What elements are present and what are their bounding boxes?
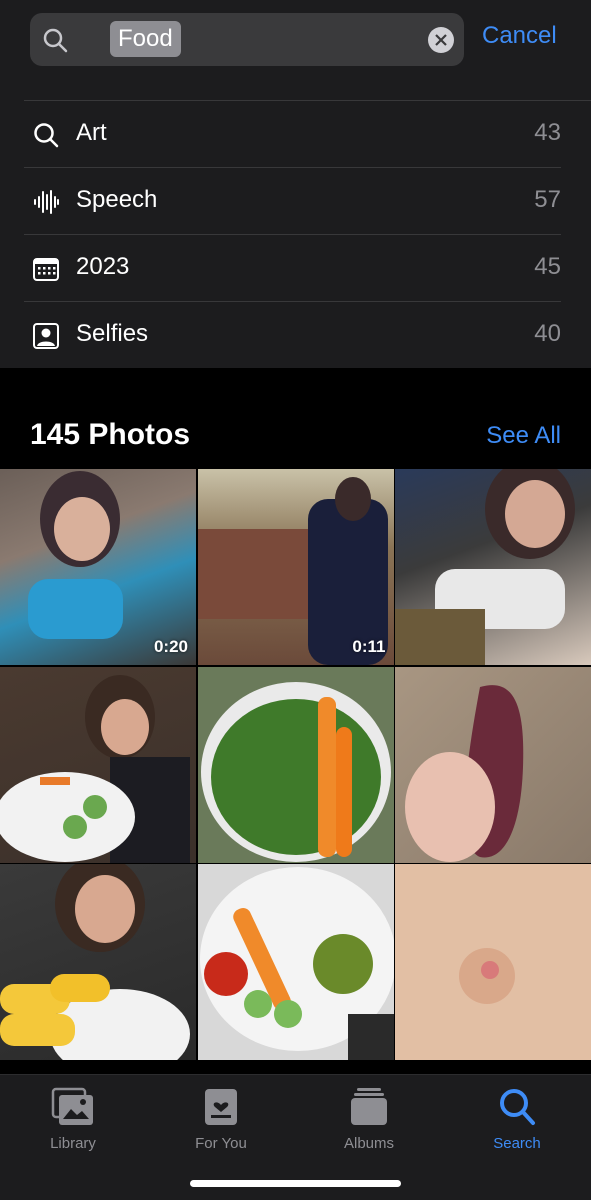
suggestion-item-speech[interactable]: Speech 57 (24, 167, 561, 233)
suggestion-count: 40 (534, 320, 561, 347)
search-header: Food Cancel (0, 0, 591, 80)
suggestion-label: Art (76, 119, 107, 146)
calendar-icon (33, 258, 59, 281)
suggestion-count: 45 (534, 253, 561, 280)
search-icon (43, 28, 68, 53)
photos-section-header: 145 Photos See All (0, 368, 591, 468)
photo-image (28, 471, 123, 639)
tab-for-you[interactable]: For You (161, 1087, 281, 1152)
photo-thumbnail[interactable] (395, 864, 591, 1060)
clear-icon[interactable] (428, 27, 454, 53)
search-token[interactable]: Food (110, 21, 181, 57)
tab-label: For You (195, 1135, 247, 1152)
suggestion-item-2023[interactable]: 2023 45 (24, 234, 561, 300)
photo-image (197, 477, 388, 665)
suggestion-label: Selfies (76, 320, 149, 347)
photo-image (0, 864, 190, 1060)
tab-label: Search (493, 1135, 541, 1152)
tab-library[interactable]: Library (13, 1087, 133, 1152)
for-you-icon (205, 1089, 237, 1125)
photo-image (459, 948, 515, 1004)
photo-image (0, 674, 190, 863)
waveform-icon (34, 190, 59, 214)
albums-icon (351, 1088, 387, 1125)
photo-thumbnail[interactable] (197, 666, 394, 863)
photo-image (395, 469, 575, 665)
cancel-button[interactable]: Cancel (482, 22, 557, 50)
photo-thumbnail[interactable] (0, 666, 196, 863)
suggestion-item-selfies[interactable]: Selfies 40 (24, 301, 561, 367)
photo-image (405, 684, 524, 862)
suggestion-count: 43 (534, 119, 561, 146)
see-all-button[interactable]: See All (486, 422, 561, 450)
photos-title: 145 Photos (30, 418, 191, 451)
photo-image (199, 867, 394, 1060)
photo-thumbnail[interactable] (0, 864, 196, 1060)
photo-thumbnail[interactable] (395, 666, 591, 863)
home-indicator[interactable] (190, 1180, 401, 1187)
tab-label: Albums (343, 1135, 395, 1152)
suggestion-item-art[interactable]: Art 43 (24, 100, 561, 166)
tab-search[interactable]: Search (457, 1087, 577, 1152)
library-icon (51, 1087, 93, 1125)
person-icon (33, 323, 59, 349)
photo-image (200, 681, 391, 862)
suggestion-label: Speech (76, 186, 158, 213)
search-icon (500, 1089, 535, 1125)
video-duration: 0:20 (153, 637, 188, 656)
tab-albums[interactable]: Albums (309, 1087, 429, 1152)
photo-thumbnail[interactable]: 0:11 (197, 469, 394, 665)
photo-thumbnail[interactable] (395, 469, 591, 665)
suggestion-label: 2023 (76, 253, 130, 280)
search-field[interactable]: Food (30, 13, 464, 66)
magnifier-icon (34, 123, 59, 148)
photo-grid: 0:20 0:11 (0, 469, 591, 1060)
suggestion-count: 57 (534, 186, 561, 213)
photo-thumbnail[interactable] (197, 864, 394, 1060)
video-duration: 0:11 (352, 637, 386, 656)
tab-label: Library (50, 1135, 96, 1152)
photo-thumbnail[interactable]: 0:20 (0, 469, 196, 665)
suggestions-list: Art 43 Speech 57 2023 45 Selfies 40 (0, 80, 591, 368)
